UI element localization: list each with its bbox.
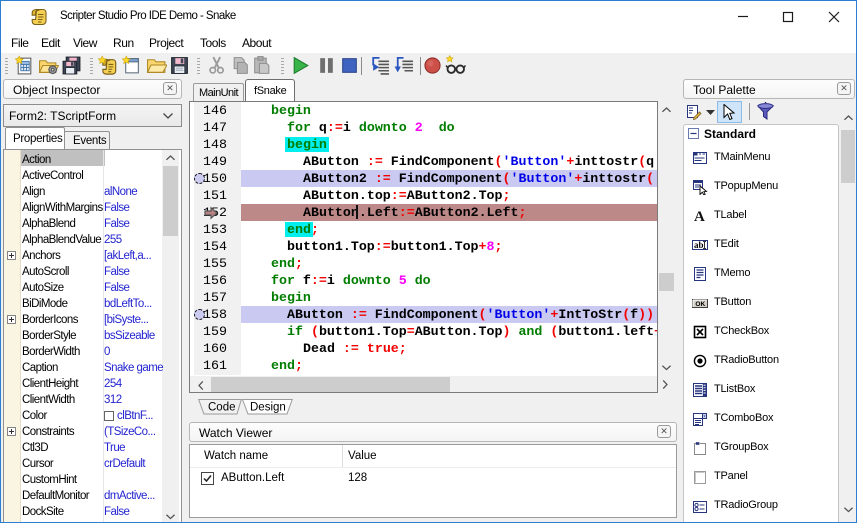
svg-text:OK: OK: [695, 301, 705, 308]
svg-text:Code: Code: [208, 402, 236, 414]
svg-text:Design: Design: [250, 402, 286, 414]
svg-text:A: A: [694, 209, 705, 224]
svg-text:ab: ab: [694, 240, 704, 250]
